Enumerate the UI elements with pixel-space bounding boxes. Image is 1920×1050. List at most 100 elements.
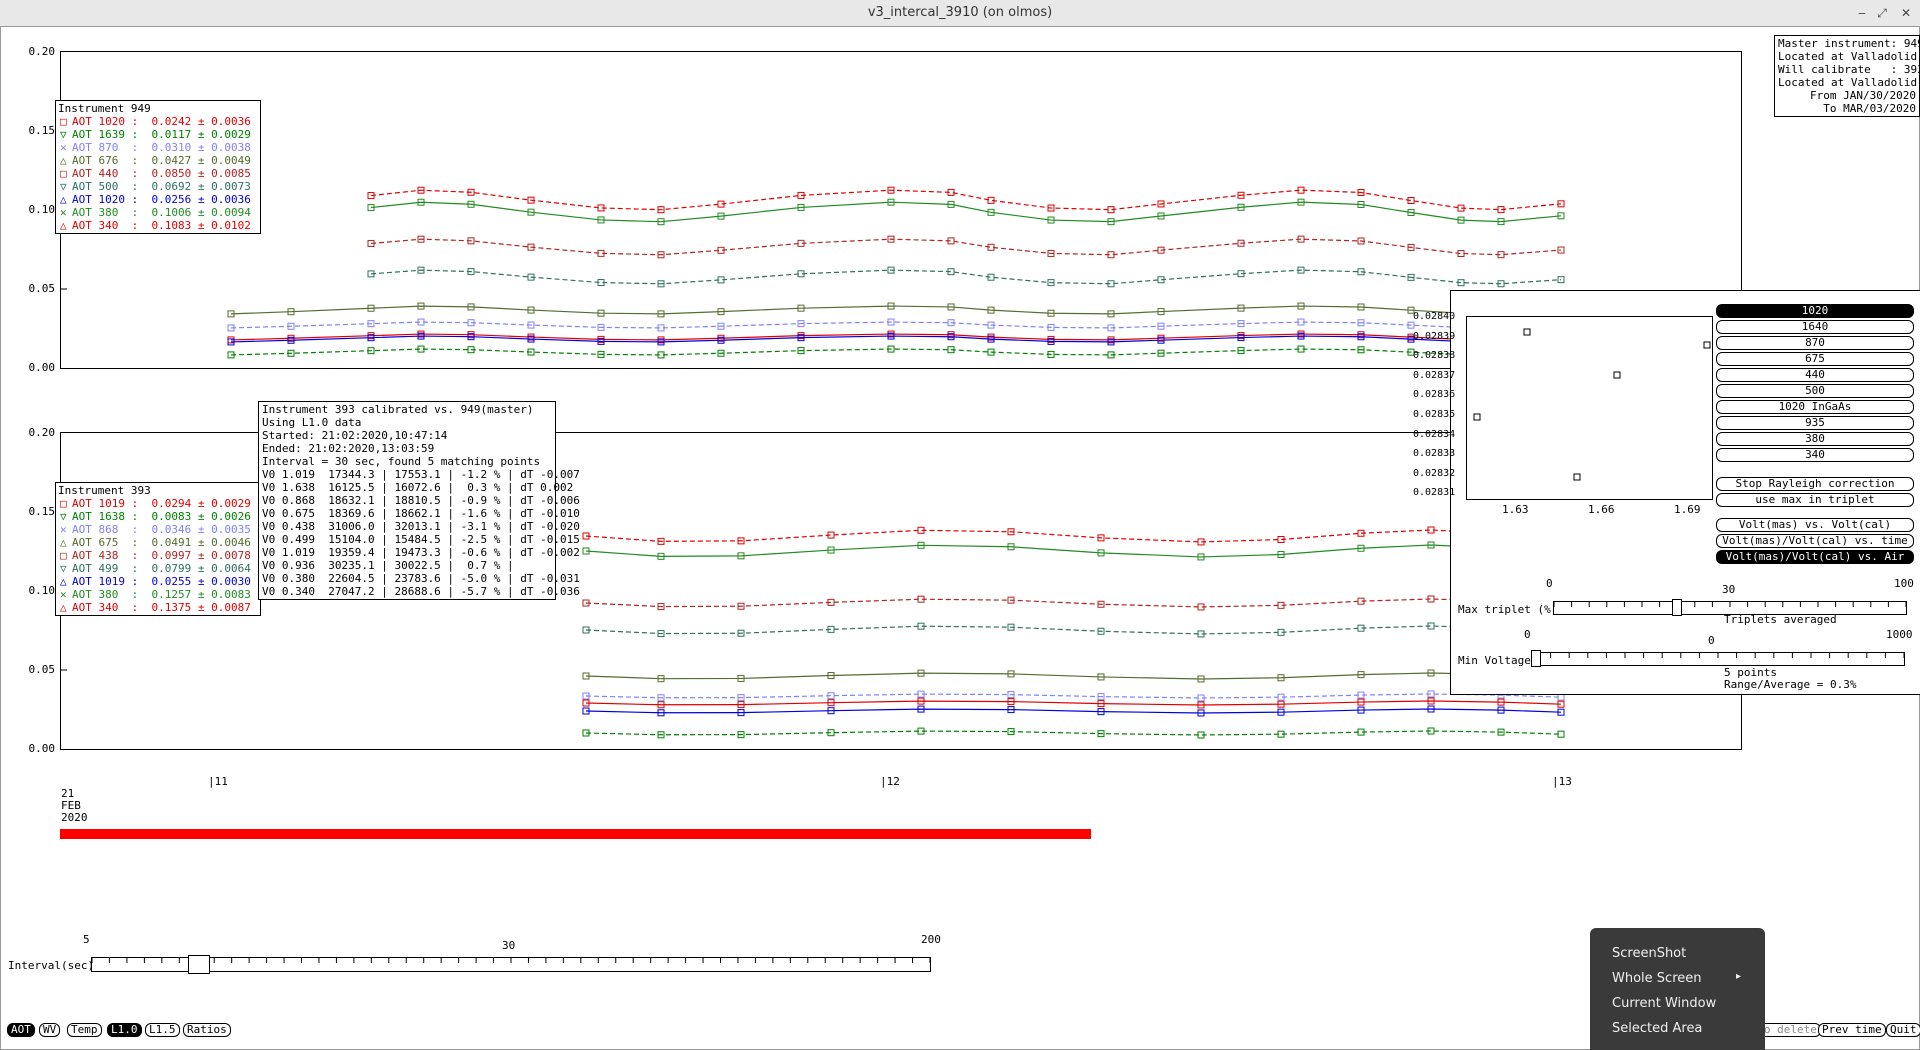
max-triplet-toggle[interactable]: use max in triplet [1716,493,1914,507]
x-tick-12: |12 [880,775,900,788]
legend-label: AOT 868 : [72,523,152,536]
info-line: Started: 21:02:2020,10:47:14 [262,429,448,442]
wavelength-button[interactable]: 935 [1716,416,1914,430]
bottom-y-tick: 0.20 [28,426,56,439]
legend-label: AOT 440 : [72,167,152,180]
legend-marker-icon: ✕ [60,206,67,219]
info-line: Will calibrate : 393 [1778,63,1920,76]
max-triplet-max: 100 [1894,577,1914,590]
legend-label: AOT 340 : [72,601,152,614]
mini-plot-svg [1473,328,1711,481]
max-triplet-thumb[interactable] [1672,599,1683,616]
legend-row: ✕ AOT 380 : 0.1257 ± 0.0083 [58,588,258,601]
minimize-icon[interactable]: ‒ [1852,3,1872,23]
quit-button[interactable]: Quit [1886,1023,1920,1037]
wavelength-button[interactable]: 440 [1716,368,1914,382]
x-tick-13: |13 [1552,775,1572,788]
series-line [370,269,1562,285]
mode-button-ratios[interactable]: Ratios [183,1023,231,1037]
interval-slider-thumb[interactable] [188,955,211,974]
legend-value: 0.0117 ± 0.0029 [151,128,251,141]
legend-label: AOT 870 : [72,141,152,154]
legend-value: 0.0692 ± 0.0073 [151,180,251,193]
legend-marker-icon: □ [60,115,67,128]
mini-plot-point [1523,328,1531,336]
range-average-note: Range/Average = 0.3% [1724,678,1857,691]
time-range-bar[interactable] [60,829,1091,839]
wavelength-button[interactable]: 675 [1716,352,1914,366]
series-line [370,201,1562,223]
mini-y-tick: 0.02836 [1413,389,1456,401]
mini-plot-point [1573,473,1581,481]
legend-label: AOT 1019 : [72,497,152,510]
min-voltage-mid: 0 [1708,634,1715,647]
legend-row: □ AOT 1020 : 0.0242 ± 0.0036 [58,115,258,128]
legend-label: AOT 1020 : [72,193,152,206]
rayleigh-button[interactable]: Stop Rayleigh correction [1716,477,1914,491]
menu-item-selected-area[interactable]: Selected Area [1612,1021,1702,1036]
mini-y-tick: 0.02831 [1413,487,1456,499]
series-line [585,529,1562,543]
legend-value: 0.0997 ± 0.0078 [151,549,251,562]
menu-item-whole-screen[interactable]: Whole Screen [1612,971,1701,986]
plot-mode-button[interactable]: Volt(mas)/Volt(cal) vs. time [1716,534,1914,548]
mode-button-temp[interactable]: Temp [67,1023,102,1037]
menu-item-current-window[interactable]: Current Window [1612,996,1716,1011]
mini-y-tick: 0.02840 [1413,311,1456,322]
interval-slider-ticks [92,958,930,963]
top-legend: Instrument 949 □ AOT 1020 : 0.0242 ± 0.00… [55,100,261,234]
info-line: V0 0.675 18369.6 | 18662.1 | -1.6 % | dT… [262,507,580,520]
close-icon[interactable]: ✕ [1896,3,1916,23]
interval-slider[interactable] [91,957,931,972]
legend-value: 0.0491 ± 0.0046 [151,536,251,549]
info-line: Master instrument: 949 [1778,37,1920,50]
info-line: V0 0.340 27047.2 | 28688.6 | -5.7 % | dT… [262,585,580,598]
legend-label: AOT 438 : [72,549,152,562]
series-line [585,672,1562,680]
info-line: V0 1.019 17344.3 | 17553.1 | -1.2 % | dT… [262,468,580,481]
wavelength-button[interactable]: 380 [1716,432,1914,446]
mode-button-l15[interactable]: L1.5 [145,1023,180,1037]
wavelength-button[interactable]: 340 [1716,448,1914,462]
min-voltage-slider[interactable] [1531,652,1905,666]
legend-row: □ AOT 1019 : 0.0294 ± 0.0029 [58,497,258,510]
plot-mode-button[interactable]: Volt(mas) vs. Volt(cal) [1716,518,1914,532]
max-triplet-label: Max triplet (%) [1458,603,1558,616]
interval-max-label: 200 [921,933,941,946]
mode-button-wv[interactable]: WV [39,1023,61,1037]
mode-button-l10[interactable]: L1.0 [107,1023,142,1037]
wavelength-button[interactable]: 1020 InGaAs [1716,400,1914,414]
screenshot-context-menu: ScreenShot Whole Screen ▸ Current Window… [1590,928,1765,1050]
mode-button-aot[interactable]: AOT [7,1023,35,1037]
x-date-label: 21 FEB 2020 [61,788,88,824]
legend-label: AOT 1020 : [72,115,152,128]
prev-time-button[interactable]: Prev time [1818,1023,1886,1037]
plot-mode-button[interactable]: Volt(mas)/Volt(cal) vs. Air Mass [1716,550,1914,575]
series-point [1557,730,1565,738]
interval-label: Interval(sec) [8,959,95,972]
mini-plot[interactable] [1466,316,1713,500]
legend-marker-icon: ▽ [60,128,67,141]
min-voltage-thumb[interactable] [1531,650,1541,667]
wavelength-button[interactable]: 1020 [1716,304,1914,318]
info-line: Instrument 393 calibrated vs. 949(master… [262,403,534,416]
menu-item-screenshot[interactable]: ScreenShot [1612,946,1686,961]
info-line: To MAR/03/2020 [1823,102,1916,115]
legend-row: □ AOT 440 : 0.0850 ± 0.0085 [58,167,258,180]
legend-marker-icon: □ [60,549,67,562]
legend-value: 0.0850 ± 0.0085 [151,167,251,180]
legend-row: ▽ AOT 499 : 0.0799 ± 0.0064 [58,562,258,575]
restore-icon[interactable]: ⤢ [1872,3,1892,23]
mini-y-tick: 0.02833 [1413,448,1456,460]
legend-marker-icon: △ [60,219,67,232]
series-point [1557,693,1565,701]
legend-label: AOT 499 : [72,562,152,575]
triplets-averaged-note: Triplets averaged [1724,613,1837,626]
series-line [230,321,1562,329]
wavelength-button[interactable]: 870 [1716,336,1914,350]
legend-row: ▽ AOT 1638 : 0.0083 ± 0.0026 [58,510,258,523]
wavelength-button[interactable]: 1640 [1716,320,1914,334]
legend-marker-icon: ✕ [60,141,67,154]
info-line: Ended: 21:02:2020,13:03:59 [262,442,435,455]
wavelength-button[interactable]: 500 [1716,384,1914,398]
